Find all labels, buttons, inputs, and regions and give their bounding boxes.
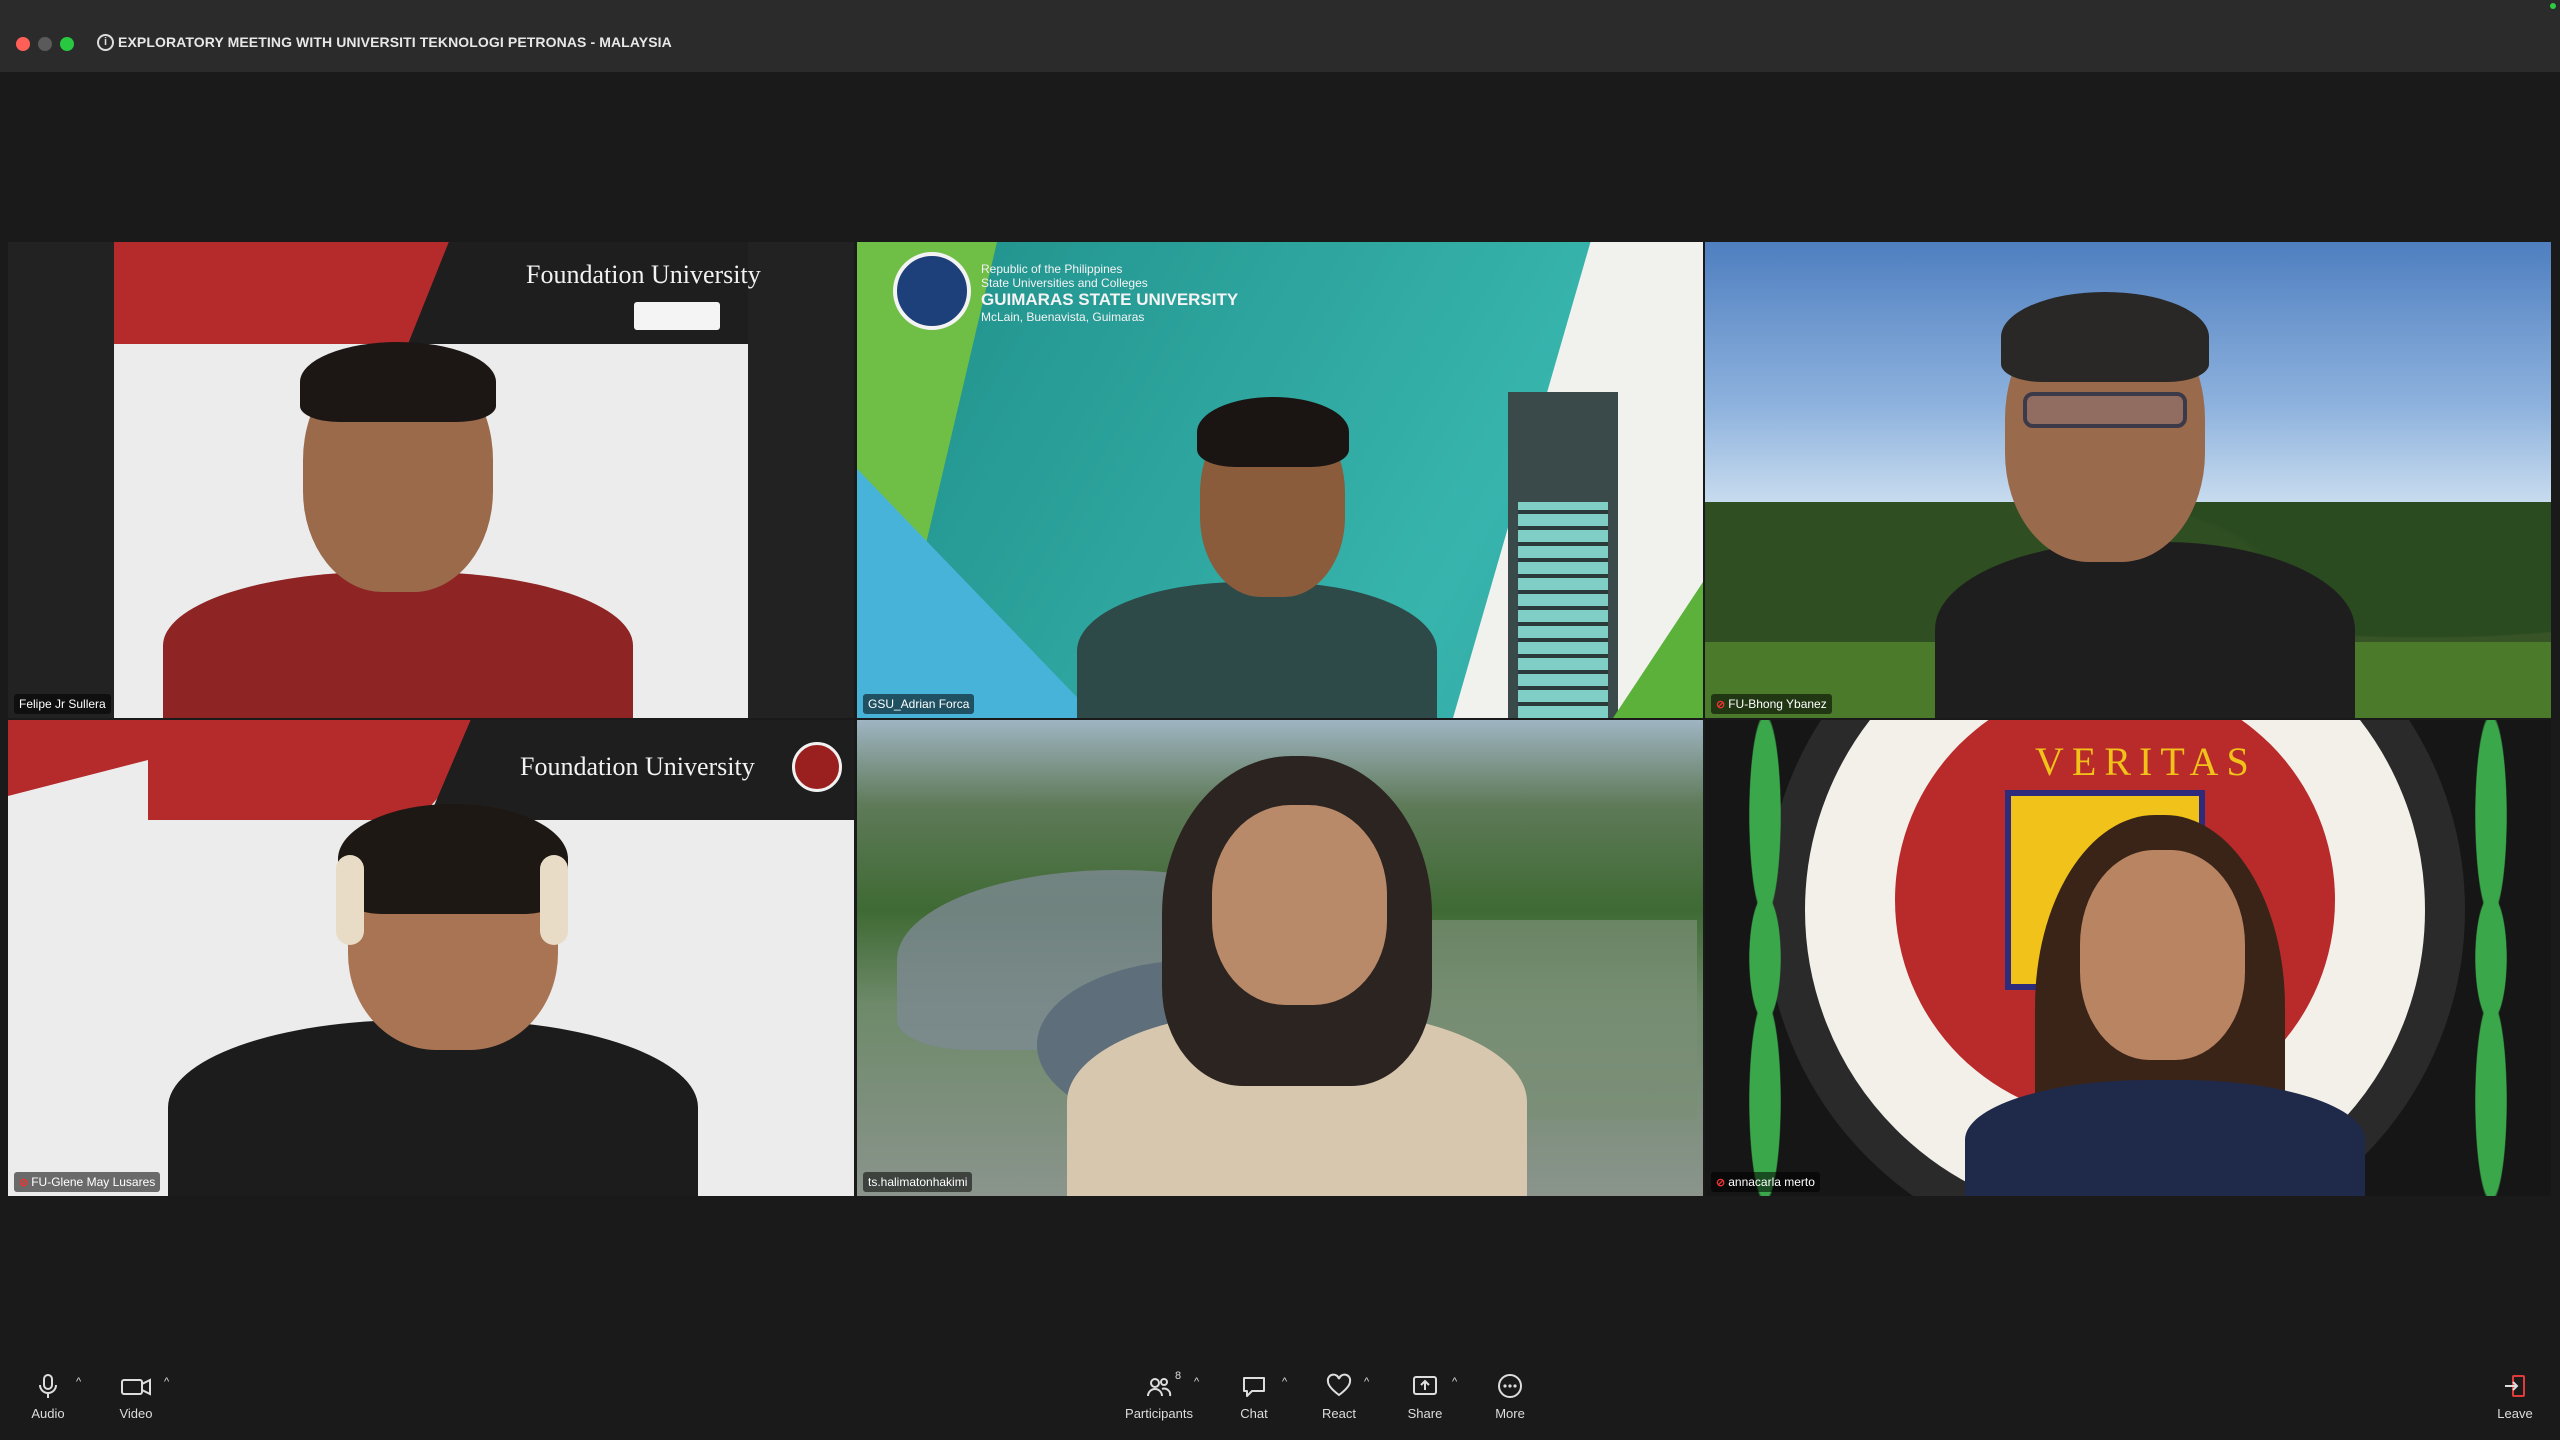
participant-name: ⊘ annacarla merto [1711, 1172, 1820, 1192]
participant-name: GSU_Adrian Forca [863, 694, 975, 714]
video-options-caret[interactable]: ^ [164, 1376, 169, 1388]
share-options-caret[interactable]: ^ [1452, 1376, 1457, 1388]
share-screen-icon [1413, 1376, 1437, 1395]
more-icon [1498, 1374, 1522, 1398]
video-tile-felipe[interactable]: Foundation University Felipe Jr Sullera [8, 242, 854, 718]
meeting-title: EXPLORATORY MEETING WITH UNIVERSITI TEKN… [118, 34, 672, 50]
chat-icon [1243, 1377, 1265, 1397]
backdrop-logo-text: Foundation University [526, 260, 761, 289]
backdrop-logo-text: Foundation University [520, 752, 755, 781]
camera-icon [121, 1378, 151, 1396]
muted-mic-icon: ⊘ [1716, 1177, 1726, 1189]
react-button[interactable]: React [1294, 1372, 1384, 1434]
participant-name: ⊘ FU-Bhong Ybanez [1711, 694, 1832, 714]
status-dot-icon [2550, 3, 2556, 9]
close-window-button[interactable] [16, 37, 30, 51]
video-tile-glene[interactable]: Foundation University ⊘ FU-Glene May Lusa… [8, 720, 854, 1196]
title-bar: i EXPLORATORY MEETING WITH UNIVERSITI TE… [0, 0, 2560, 72]
video-tile-halimatonhakimi[interactable]: ts.halimatonhakimi [857, 720, 1703, 1196]
backdrop-header: Republic of the Philippines State Univer… [981, 262, 1239, 324]
react-options-caret[interactable]: ^ [1364, 1376, 1369, 1388]
video-tile-annacarla[interactable]: VERITAS ⊘ annacarla merto [1705, 720, 2551, 1196]
participants-icon [1147, 1378, 1172, 1397]
audio-options-caret[interactable]: ^ [76, 1376, 81, 1388]
meeting-controls: Audio ^ Video ^ Participants 8 ^ Chat ^ … [0, 1362, 2560, 1440]
fu-seal-icon [792, 742, 842, 792]
fullscreen-window-button[interactable] [60, 37, 74, 51]
participants-options-caret[interactable]: ^ [1194, 1376, 1199, 1388]
leave-button[interactable]: Leave [2470, 1372, 2560, 1434]
minimize-window-button[interactable] [38, 37, 52, 51]
participant-name: ts.halimatonhakimi [863, 1172, 973, 1192]
gsu-seal-icon [893, 252, 971, 330]
leave-icon [2505, 1375, 2525, 1397]
video-tile-bhong[interactable]: ⊘ FU-Bhong Ybanez [1705, 242, 2551, 718]
more-button[interactable]: More [1465, 1372, 1555, 1434]
muted-mic-icon: ⊘ [19, 1177, 29, 1189]
video-gallery: Foundation University Felipe Jr Sullera … [0, 72, 2560, 1362]
chat-options-caret[interactable]: ^ [1282, 1376, 1287, 1388]
participants-button[interactable]: Participants [1114, 1372, 1204, 1434]
video-tile-adrian[interactable]: Republic of the Philippines State Univer… [857, 242, 1703, 718]
participant-name: ⊘ FU-Glene May Lusares [14, 1172, 161, 1192]
backdrop-motto-text: VERITAS [2035, 739, 2257, 784]
heart-icon [1326, 1373, 1352, 1397]
muted-mic-icon: ⊘ [1716, 699, 1726, 711]
participants-count: 8 [1175, 1370, 1182, 1382]
info-icon[interactable]: i [97, 34, 114, 51]
microphone-icon [39, 1374, 57, 1398]
participant-name: Felipe Jr Sullera [14, 694, 111, 714]
